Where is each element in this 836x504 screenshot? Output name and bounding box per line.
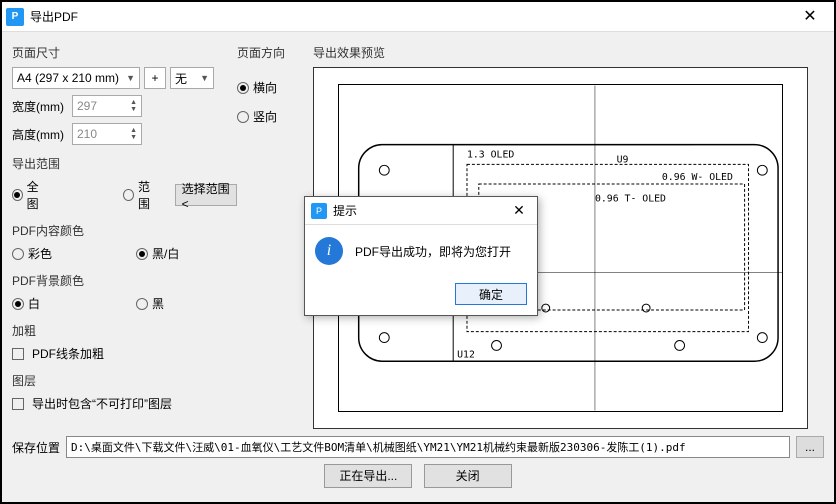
dialog-message: PDF导出成功，即将为您打开 xyxy=(355,243,511,260)
page-preset-value: A4 (297 x 210 mm) xyxy=(17,71,119,85)
page-preset-select[interactable]: A4 (297 x 210 mm) ▼ xyxy=(12,67,140,89)
black-label: 黑 xyxy=(152,295,164,312)
export-pdf-window: P 导出PDF ✕ 页面尺寸 A4 (297 x 210 mm)▼ + 无▼ 宽… xyxy=(0,0,836,504)
bg-color-title: PDF背景颜色 xyxy=(12,272,237,289)
label-u9: U9 xyxy=(617,154,629,165)
height-input[interactable]: 210 ▲▼ xyxy=(72,123,142,145)
width-value: 297 xyxy=(77,99,97,113)
layer-title: 图层 xyxy=(12,372,237,389)
chevron-down-icon: ▼ xyxy=(126,73,135,83)
dialog-close-icon[interactable]: ✕ xyxy=(507,202,531,219)
export-button[interactable]: 正在导出... xyxy=(324,464,412,488)
add-preset-button[interactable]: + xyxy=(144,67,166,89)
save-label: 保存位置 xyxy=(12,439,60,456)
bold-label: PDF线条加粗 xyxy=(32,345,104,362)
export-range-title: 导出范围 xyxy=(12,155,237,172)
width-label: 宽度(mm) xyxy=(12,98,68,115)
content-color-title: PDF内容颜色 xyxy=(12,222,237,239)
window-title: 导出PDF xyxy=(30,8,790,25)
save-path-input[interactable]: D:\桌面文件\下载文件\汪威\01-血氧仪\工艺文件BOM清单\机械图纸\YM… xyxy=(66,436,790,458)
color-label: 彩色 xyxy=(28,245,52,262)
chevron-down-icon: ▼ xyxy=(200,73,209,83)
close-button[interactable]: 关闭 xyxy=(424,464,512,488)
layer-checkbox[interactable] xyxy=(12,398,24,410)
dialog-title: 提示 xyxy=(333,202,507,219)
label-096-w: 0.96 W- OLED xyxy=(662,172,733,183)
landscape-radio[interactable]: 横向 xyxy=(237,79,277,96)
label-096-t: 0.96 T- OLED xyxy=(595,194,666,205)
app-icon: P xyxy=(6,8,24,26)
browse-button[interactable]: ... xyxy=(796,436,824,458)
save-path-value: D:\桌面文件\下载文件\汪威\01-血氧仪\工艺文件BOM清单\机械图纸\YM… xyxy=(71,439,686,455)
white-label: 白 xyxy=(28,295,40,312)
bw-radio[interactable]: 黑/白 xyxy=(136,245,179,262)
bold-title: 加粗 xyxy=(12,322,237,339)
layer-label: 导出时包含“不可打印”图层 xyxy=(32,395,172,412)
close-icon[interactable]: ✕ xyxy=(790,3,830,31)
preview-title: 导出效果预览 xyxy=(313,44,824,61)
page-size-title: 页面尺寸 xyxy=(12,44,237,61)
bw-label: 黑/白 xyxy=(152,245,179,262)
width-input[interactable]: 297 ▲▼ xyxy=(72,95,142,117)
label-13-oled: 1.3 OLED xyxy=(467,149,514,160)
portrait-radio[interactable]: 竖向 xyxy=(237,108,277,125)
spinner-icon: ▲▼ xyxy=(130,127,137,141)
info-icon: i xyxy=(315,237,343,265)
titlebar: P 导出PDF ✕ xyxy=(2,2,834,32)
orientation-title: 页面方向 xyxy=(237,44,313,61)
range-range-label: 范围 xyxy=(138,178,159,212)
white-radio[interactable]: 白 xyxy=(12,295,40,312)
unit-value: 无 xyxy=(175,70,187,87)
range-all-label: 全图 xyxy=(27,178,48,212)
color-radio[interactable]: 彩色 xyxy=(12,245,52,262)
dialog-app-icon: P xyxy=(311,203,327,219)
spinner-icon: ▲▼ xyxy=(130,99,137,113)
select-range-button[interactable]: 选择范围< xyxy=(175,184,237,206)
black-radio[interactable]: 黑 xyxy=(136,295,164,312)
unit-select[interactable]: 无▼ xyxy=(170,67,214,89)
range-all-radio[interactable]: 全图 xyxy=(12,178,47,212)
portrait-label: 竖向 xyxy=(253,108,277,125)
height-label: 高度(mm) xyxy=(12,126,68,143)
ok-button[interactable]: 确定 xyxy=(455,283,527,305)
bold-checkbox[interactable] xyxy=(12,348,24,360)
landscape-label: 横向 xyxy=(253,79,277,96)
height-value: 210 xyxy=(77,127,97,141)
range-range-radio[interactable]: 范围 xyxy=(123,178,158,212)
info-dialog: P 提示 ✕ i PDF导出成功，即将为您打开 确定 xyxy=(304,196,538,316)
label-u12: U12 xyxy=(457,349,475,360)
